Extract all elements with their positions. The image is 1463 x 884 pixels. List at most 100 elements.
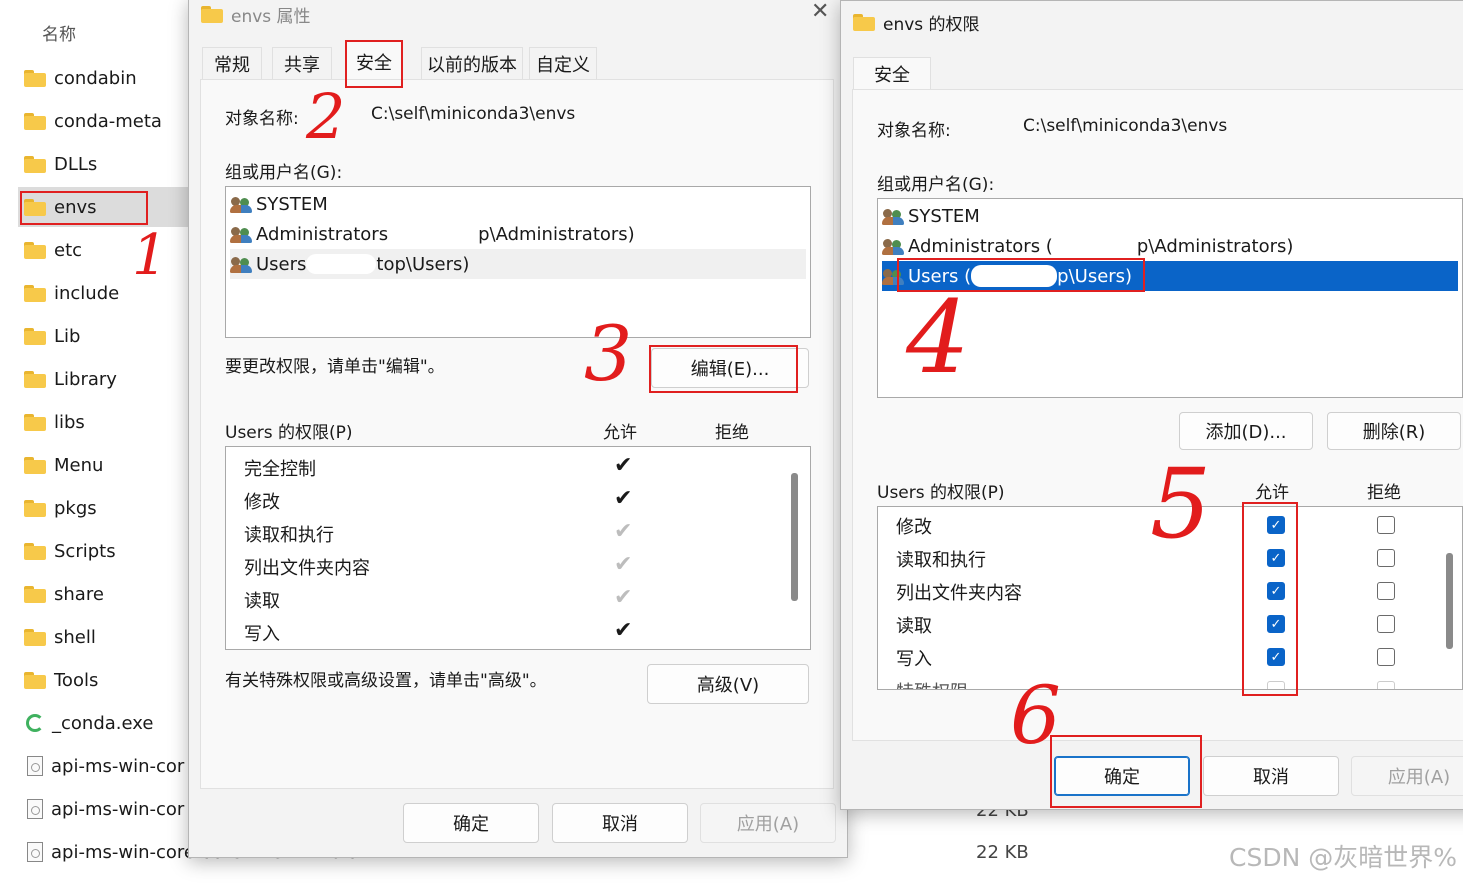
user-row-administrators[interactable]: Administrators p\Administrators) [230,219,806,249]
deny-checkbox[interactable] [1377,648,1395,666]
user-name: Administrators ( [908,235,1053,257]
permissions-header: Users 的权限(P) [877,483,1005,503]
permission-name: 读取 [244,590,280,612]
allow-column-label: 允许 [603,423,637,443]
annotation-box-edit [649,345,798,393]
exe-icon [26,714,44,732]
cancel-button[interactable]: 取消 [1203,756,1339,796]
folder-icon [24,499,46,517]
remove-button[interactable]: 删除(R) [1327,412,1461,450]
watermark: CSDN @灰暗世界% [1229,843,1457,872]
file-name: Scripts [54,540,116,562]
file-name: etc [54,239,83,261]
deny-column-label: 拒绝 [1367,483,1401,503]
file-name: api-ms-win-cor [51,755,185,777]
file-item-shell[interactable]: shell [24,617,194,657]
group-users-label: 组或用户名(G): [225,163,343,183]
file-name: Library [54,368,117,390]
annotation-step-2: 2 [306,80,346,153]
permission-row: 完全控制 [244,451,316,484]
deny-checkbox[interactable] [1377,549,1395,567]
tab-general[interactable]: 常规 [202,47,262,80]
security-panel: 对象名称: C:\self\miniconda3\envs 组或用户名(G): … [200,79,834,789]
deny-checkbox[interactable] [1377,582,1395,600]
folder-icon [24,284,46,302]
user-row-users[interactable]: Users top\Users) [230,249,806,279]
annotation-box-envs [20,191,148,225]
folder-icon [24,628,46,646]
user-name-suffix: p\Administrators) [1136,235,1294,257]
file-size: 22 KB [976,842,1029,863]
edit-hint: 要更改权限，请单击"编辑"。 [225,357,445,377]
file-name: Menu [54,454,104,476]
tab-security[interactable]: 安全 [853,57,931,90]
user-row-system[interactable]: SYSTEM [882,201,1458,231]
annotation-step-4: 4 [906,279,970,396]
permission-name: 列出文件夹内容 [896,582,1022,604]
permission-name: 列出文件夹内容 [244,557,370,579]
deny-checkbox[interactable] [1377,615,1395,633]
cancel-button[interactable]: 取消 [552,803,688,843]
permissions-title-bar: envs 的权限 [853,7,980,37]
permission-row: 修改 [244,484,280,517]
permission-row: 列出文件夹内容 [896,575,1022,608]
user-list[interactable]: SYSTEM Administrators p\Administrators) … [225,186,811,338]
properties-title: envs 属性 [231,6,311,27]
close-icon[interactable]: ✕ [811,0,829,24]
file-item-scripts[interactable]: Scripts [24,531,194,571]
file-item-lib[interactable]: Lib [24,316,194,356]
dll-icon [27,842,43,862]
file-item-menu[interactable]: Menu [24,445,194,485]
column-header-name[interactable]: 名称 [42,20,76,45]
scrollbar-thumb[interactable] [1446,553,1453,649]
file-item-tools[interactable]: Tools [24,660,194,700]
file-item-conda-meta[interactable]: conda-meta [24,101,194,141]
permission-name: 写入 [244,623,280,645]
file-item-share[interactable]: share [24,574,194,614]
permissions-header: Users 的权限(P) [225,423,353,443]
file-item-condabin[interactable]: condabin [24,58,194,98]
folder-icon [24,456,46,474]
object-name-value: C:\self\miniconda3\envs [1023,116,1228,136]
file-item-libs[interactable]: libs [24,402,194,442]
file-name: Lib [54,325,81,347]
file-name: DLLs [54,153,98,175]
file-name: libs [54,411,85,433]
file-item-library[interactable]: Library [24,359,194,399]
file-item--conda-exe[interactable]: _conda.exe [24,703,194,743]
tab-customize[interactable]: 自定义 [529,47,597,80]
file-item-api-ms-win-cor[interactable]: api-ms-win-cor [24,746,194,786]
apply-button[interactable]: 应用(A) [700,803,836,843]
apply-button[interactable]: 应用(A) [1351,756,1463,796]
user-row-administrators[interactable]: Administrators ( p\Administrators) [882,231,1458,261]
tab-previous-versions[interactable]: 以前的版本 [421,47,523,80]
user-row-system[interactable]: SYSTEM [230,189,806,219]
advanced-button[interactable]: 高级(V) [647,664,809,704]
permission-name: 特殊权限 [896,678,968,690]
file-item-api-ms-win-cor[interactable]: api-ms-win-cor [24,789,194,829]
ok-button[interactable]: 确定 [403,803,539,843]
annotation-step-1: 1 [132,223,168,288]
file-item-include[interactable]: include [24,273,194,313]
deny-checkbox[interactable] [1377,681,1395,689]
permission-list[interactable]: 完全控制 ✔ 修改 ✔ 读取和执行 ✔ 列出文件夹内容 ✔ 读取 ✔ 写入 ✔ [225,446,811,650]
file-item-dlls[interactable]: DLLs [24,144,194,184]
file-name: _conda.exe [52,712,154,734]
folder-icon [24,155,46,173]
dll-icon [27,799,43,819]
add-button[interactable]: 添加(D)... [1179,412,1313,450]
object-name-value: C:\self\miniconda3\envs [371,104,576,124]
scrollbar-thumb[interactable] [791,473,798,601]
file-item-etc[interactable]: etc [24,230,194,270]
folder-icon [24,112,46,130]
deny-checkbox[interactable] [1377,516,1395,534]
permissions-panel: 对象名称: C:\self\miniconda3\envs 组或用户名(G): … [852,89,1463,741]
deny-column-label: 拒绝 [715,423,749,443]
object-name-label: 对象名称: [877,121,951,141]
object-name-label: 对象名称: [225,109,299,129]
check-icon: ✔ [614,552,633,577]
folder-icon [853,13,875,31]
check-icon: ✔ [614,519,633,544]
tab-sharing[interactable]: 共享 [272,47,332,80]
file-item-pkgs[interactable]: pkgs [24,488,194,528]
